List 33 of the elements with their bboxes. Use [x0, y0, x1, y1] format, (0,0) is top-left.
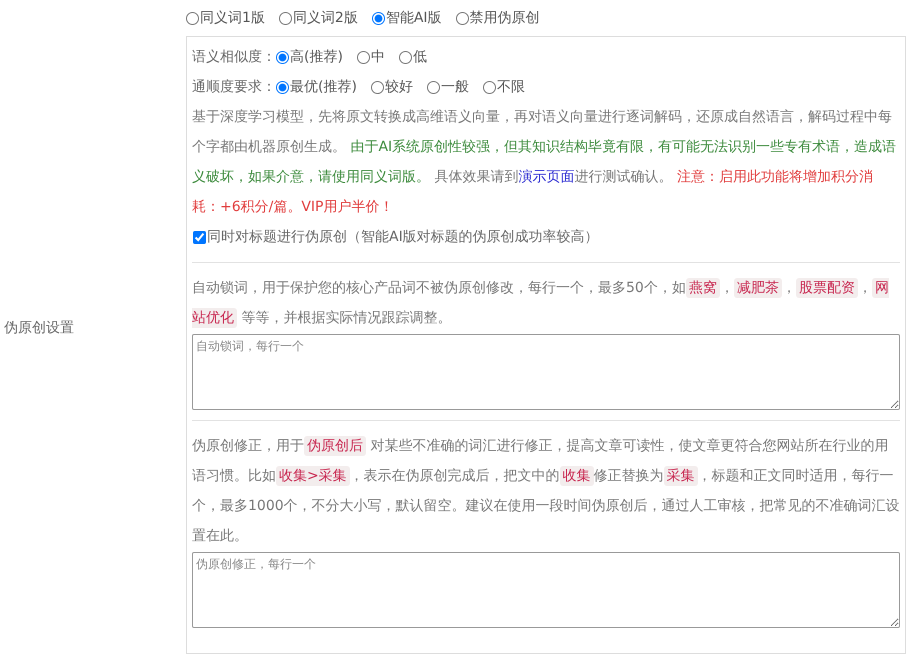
- radio-button[interactable]: [370, 80, 384, 94]
- checkbox[interactable]: [193, 230, 206, 244]
- option-label[interactable]: 智能AI版: [386, 9, 442, 27]
- checkbox-label[interactable]: 同时对标题进行伪原创（智能AI版对标题的伪原创成功率较高）: [207, 228, 599, 246]
- option-label[interactable]: 一般: [440, 78, 469, 96]
- option-label[interactable]: 不限: [496, 78, 525, 96]
- option-group-label: 语义相似度：: [192, 48, 276, 66]
- option-label[interactable]: 中: [370, 48, 385, 66]
- radio-button[interactable]: [456, 12, 469, 24]
- option-label[interactable]: 禁用伪原创: [470, 9, 540, 27]
- option-label[interactable]: 低: [412, 48, 427, 66]
- option-label[interactable]: 同义词1版: [200, 9, 265, 27]
- radio-button[interactable]: [276, 80, 289, 94]
- corrections-field[interactable]: 伪原创修正，每行一个: [192, 552, 900, 628]
- radio-button[interactable]: [372, 12, 385, 24]
- demo-page-link[interactable]: 演示页面: [518, 169, 574, 185]
- corrections-description: 伪原创修正，用于 伪原创后 对某些不准确的词汇进行修正，提高文章可读性，使文章更符合您网站所在行业的用语习惯。比如 收集>采集 ，表示在伪原创完成后，把文中的 收集 修正替换为 采集 ，标题和正文同时适用，每行一个，最多1000个，不分大小写，默认留空。建议在使用一段时间伪原创后，通过人工审核，把常见的不准确词汇设置在此。: [192, 435, 900, 546]
- radio-button[interactable]: [426, 80, 440, 94]
- option-label[interactable]: 较好: [384, 78, 413, 96]
- ai-description-text: 基于深度学习模型，先将原文转换成高维语义向量，再对语义向量进行逐词解码，还原成自然语言，解码过程中每个字都由机器原创生成。 由于AI系统原创性较强，但其知识结构毕竟有限，有可能无法识别一些专有术语，造成语义破坏，如果介意，请使用同义词版。 具体效果请到演示页面进行测试确认。 注意：启用此功能将增加积分消耗：+6积分/篇。VIP用户半价！: [192, 108, 898, 217]
- option-group-label: 通顺度要求：: [192, 78, 276, 96]
- section-label: 伪原创设置: [4, 319, 74, 337]
- radio-button[interactable]: [398, 50, 412, 64]
- lock-words-description: 自动锁词，用于保护您的核心产品词不被伪原创修改，每行一个，最多50个，如 燕窝 ， 减肥茶 ， 股票配资 ， 网站优化 等等，并根据实际情况跟踪调整。: [192, 277, 890, 330]
- option-label[interactable]: 最优(推荐): [290, 78, 357, 96]
- radio-button[interactable]: [482, 80, 496, 94]
- radio-button[interactable]: [186, 12, 199, 24]
- radio-button[interactable]: [276, 50, 289, 64]
- option-label[interactable]: 同义词2版: [292, 9, 358, 27]
- radio-button[interactable]: [356, 50, 370, 64]
- lock-words-field[interactable]: 自动锁词，每行一个: [192, 334, 900, 410]
- option-label[interactable]: 高(推荐): [290, 48, 343, 66]
- radio-button[interactable]: [278, 12, 292, 24]
